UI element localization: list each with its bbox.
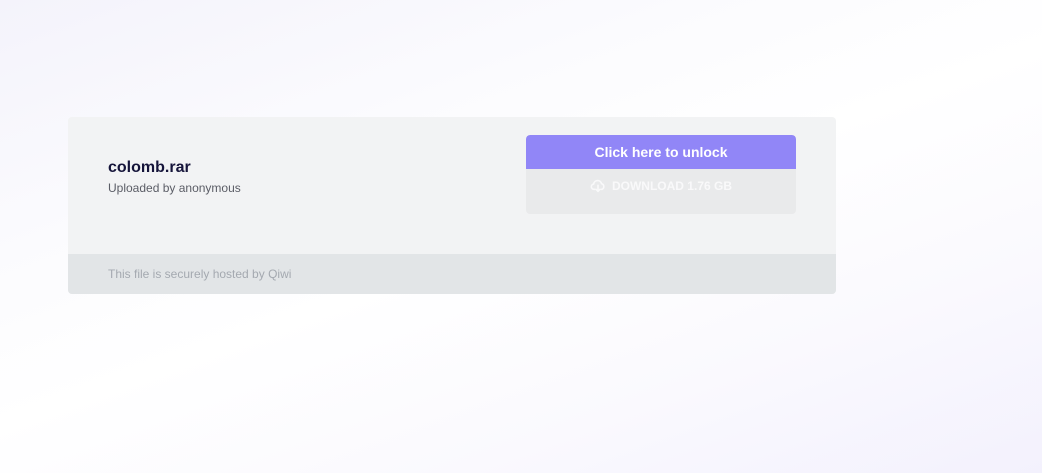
uploader-label: Uploaded by anonymous <box>108 181 241 195</box>
file-card: colomb.rar Uploaded by anonymous Click h… <box>68 117 836 294</box>
download-button[interactable]: DOWNLOAD 1.76 GB <box>526 175 796 197</box>
unlock-button[interactable]: Click here to unlock <box>526 135 796 169</box>
cloud-download-icon <box>590 178 606 194</box>
download-panel: Click here to unlock DOWNLOAD 1.76 GB <box>526 135 796 214</box>
hosting-note: This file is securely hosted by Qiwi <box>108 267 292 281</box>
card-footer: This file is securely hosted by Qiwi <box>68 254 836 294</box>
download-label: DOWNLOAD 1.76 GB <box>611 179 732 193</box>
file-name: colomb.rar <box>108 159 191 176</box>
